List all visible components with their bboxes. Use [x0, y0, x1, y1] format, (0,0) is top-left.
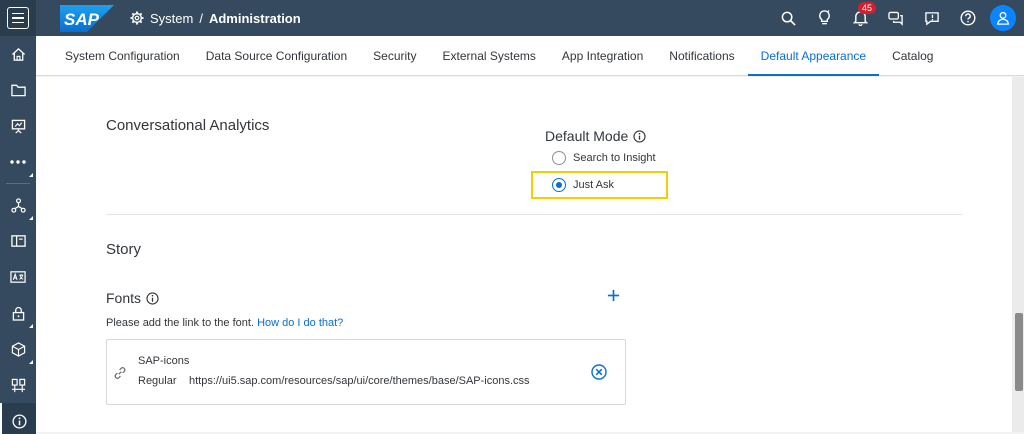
nav-monitor[interactable]	[0, 367, 36, 403]
translate-icon	[10, 271, 26, 283]
nav-more[interactable]	[0, 144, 36, 180]
monitor-icon	[11, 378, 25, 392]
notifications-button[interactable]: 45	[842, 0, 878, 36]
tab-catalog[interactable]: Catalog	[879, 36, 946, 75]
shell-actions: 45	[770, 0, 1016, 36]
font-entry-card: SAP-icons Regular https://ui5.sap.com/re…	[106, 339, 626, 405]
tab-default-appearance[interactable]: Default Appearance	[747, 36, 880, 76]
default-mode-text: Default Mode	[545, 128, 629, 144]
scrollbar-thumb[interactable]	[1015, 313, 1023, 391]
title-separator: /	[199, 10, 203, 26]
tab-notifications[interactable]: Notifications	[656, 36, 747, 75]
admin-tab-bar: System Configuration Data Source Configu…	[36, 36, 1024, 76]
font-url: https://ui5.sap.com/resources/sap/ui/cor…	[189, 375, 530, 387]
plus-icon	[607, 289, 619, 301]
more-icon	[10, 160, 26, 164]
tab-external-systems[interactable]: External Systems	[430, 36, 549, 75]
tab-system-configuration[interactable]: System Configuration	[52, 36, 193, 75]
shell-bar: SAP System / Administration 45	[0, 0, 1024, 36]
fonts-hint: Please add the link to the font. How do …	[106, 317, 343, 329]
svg-text:SAP: SAP	[64, 10, 100, 29]
search-button[interactable]	[770, 0, 806, 36]
title-main: Administration	[208, 10, 301, 26]
vertical-scrollbar[interactable]	[1012, 77, 1024, 432]
how-do-i-do-that-link[interactable]: How do I do that?	[257, 317, 343, 329]
info-icon[interactable]	[146, 291, 159, 305]
app-title[interactable]: System / Administration	[130, 0, 301, 36]
chat-icon	[888, 11, 903, 26]
gear-icon	[130, 11, 144, 25]
left-navigation	[0, 36, 36, 434]
tab-security[interactable]: Security	[360, 36, 429, 75]
tab-data-source-configuration[interactable]: Data Source Configuration	[193, 36, 360, 75]
lock-icon	[12, 306, 24, 321]
hamburger-icon	[7, 7, 29, 29]
presentation-icon	[11, 119, 25, 134]
default-mode-label: Default Mode	[545, 128, 646, 144]
add-font-button[interactable]	[602, 284, 624, 306]
remove-font-icon[interactable]	[591, 364, 607, 380]
feedback-icon	[925, 11, 939, 25]
nav-stories[interactable]	[0, 108, 36, 144]
tab-app-integration[interactable]: App Integration	[549, 36, 656, 75]
hint-text: Please add the link to the font.	[106, 317, 254, 329]
nav-deployment[interactable]	[0, 331, 36, 367]
home-icon	[11, 47, 25, 61]
selection-highlight-box	[531, 171, 668, 199]
title-prefix: System	[150, 10, 194, 26]
nav-catalog[interactable]	[0, 223, 36, 259]
nav-modeler[interactable]	[0, 187, 36, 223]
help-button[interactable]	[950, 0, 986, 36]
cube-icon	[11, 341, 25, 357]
feedback-button[interactable]	[914, 0, 950, 36]
option-label: Search to Insight	[573, 152, 656, 164]
book-icon	[10, 235, 26, 247]
nav-translation[interactable]	[0, 259, 36, 295]
assistant-button[interactable]	[806, 0, 842, 36]
nav-home[interactable]	[0, 36, 36, 72]
discussions-button[interactable]	[878, 0, 914, 36]
folder-icon	[10, 84, 26, 97]
fonts-label: Fonts	[106, 290, 159, 306]
info-icon[interactable]	[633, 129, 646, 143]
section-divider	[106, 214, 962, 215]
user-avatar-icon	[997, 11, 1009, 25]
nav-files[interactable]	[0, 72, 36, 108]
story-title: Story	[106, 241, 142, 258]
network-icon	[10, 197, 26, 213]
help-icon	[960, 10, 976, 26]
mode-option-search-to-insight[interactable]: Search to Insight	[552, 151, 656, 165]
link-icon	[114, 367, 126, 379]
default-appearance-panel: Conversational Analytics Default Mode Se…	[36, 77, 1012, 432]
font-weight: Regular	[138, 375, 177, 387]
notification-badge: 45	[858, 2, 877, 14]
nav-system-info[interactable]	[0, 403, 36, 434]
radio-search-to-insight[interactable]	[552, 151, 566, 165]
nav-security[interactable]	[0, 295, 36, 331]
menu-toggle-button[interactable]	[0, 0, 36, 36]
sap-logo[interactable]: SAP	[60, 5, 114, 32]
fonts-text: Fonts	[106, 290, 142, 306]
search-icon	[781, 11, 796, 26]
lightbulb-icon	[818, 10, 830, 25]
user-avatar-button[interactable]	[990, 5, 1016, 31]
conversational-analytics-title: Conversational Analytics	[106, 117, 270, 134]
font-name: SAP-icons	[138, 355, 190, 367]
info-icon	[11, 413, 27, 429]
